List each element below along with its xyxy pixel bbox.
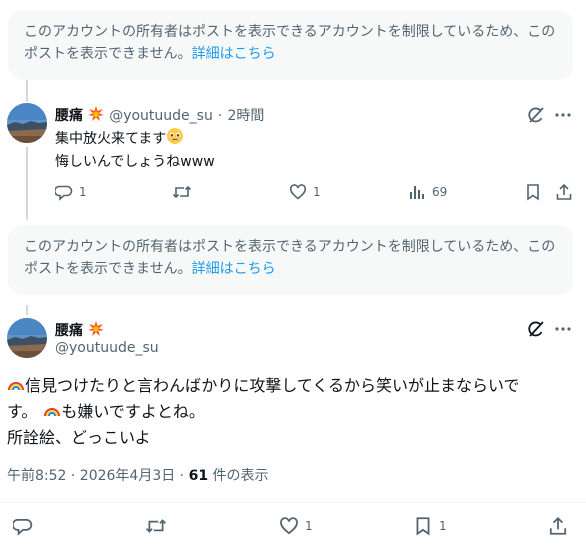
retweet-icon — [172, 185, 192, 199]
retweet-button[interactable] — [172, 183, 192, 201]
like-icon — [280, 517, 298, 535]
restricted-notice: このアカウントの所有者はポストを表示できるアカウントを制限しているため、このポス… — [8, 225, 573, 295]
reply-icon — [13, 519, 33, 536]
rainbow-emoji — [43, 401, 61, 426]
bookmark-icon — [527, 184, 539, 201]
learn-more-link[interactable]: 詳細はこちら — [192, 261, 276, 277]
post-text-line2: 悔しいんでしょうねwww — [55, 154, 215, 170]
avatar[interactable] — [7, 318, 47, 358]
post-text-line2a: す。 — [7, 402, 38, 421]
post-text-line1: 信見つけたりと言わんばかりに攻撃してくるから笑いが止まならいで — [25, 376, 520, 395]
post-text-line1: 集中放火来てます — [55, 131, 167, 147]
views-label: 件の表示 — [208, 468, 269, 484]
more-icon[interactable] — [554, 320, 572, 342]
rainbow-emoji — [7, 375, 25, 400]
thread-line — [26, 80, 28, 102]
reply-icon — [55, 185, 73, 201]
retweet-button[interactable] — [145, 516, 167, 536]
like-button[interactable]: 1 — [279, 516, 313, 536]
handle[interactable]: @youtuude_su — [109, 108, 213, 124]
reply-button[interactable]: 1 — [55, 183, 87, 201]
grok-icon[interactable] — [527, 106, 545, 128]
post-text-line2b: も嫌いですよとね。 — [61, 402, 205, 421]
reply-count: 1 — [79, 185, 87, 199]
learn-more-link[interactable]: 詳細はこちら — [192, 46, 276, 62]
display-name[interactable]: 腰痛 — [55, 108, 83, 124]
handle[interactable]: @youtuude_su — [55, 340, 159, 356]
restricted-notice: このアカウントの所有者はポストを表示できるアカウントを制限しているため、このポス… — [8, 10, 573, 80]
bookmark-button[interactable]: 1 — [413, 516, 447, 536]
reply-button[interactable] — [13, 516, 33, 536]
like-count: 1 — [305, 519, 313, 533]
post-time[interactable]: 2時間 — [227, 108, 264, 124]
bookmark-icon — [416, 517, 430, 536]
more-icon[interactable] — [554, 106, 572, 128]
share-icon — [556, 183, 572, 200]
thread-line — [26, 147, 28, 220]
share-icon — [549, 516, 567, 535]
view-count: 69 — [432, 185, 448, 199]
like-icon — [289, 184, 307, 200]
collision-emoji — [88, 106, 105, 126]
bookmark-count: 1 — [439, 519, 447, 533]
bookmark-button[interactable] — [524, 183, 542, 201]
view-count: 61 — [188, 468, 209, 484]
like-button[interactable]: 1 — [289, 183, 321, 201]
share-button[interactable] — [555, 183, 573, 201]
share-button[interactable] — [548, 516, 568, 536]
post-timestamp[interactable]: 午前8:52 · 2026年4月3日 · — [7, 468, 189, 484]
display-name[interactable]: 腰痛 — [55, 323, 83, 339]
like-count: 1 — [313, 185, 321, 199]
post-text-line3: 所詮絵、どっこいよ — [7, 428, 151, 447]
dot-separator: · — [217, 108, 223, 124]
divider — [0, 502, 586, 503]
views-button[interactable]: 69 — [408, 183, 447, 201]
views-icon — [410, 186, 424, 199]
avatar[interactable] — [7, 103, 47, 143]
grok-icon[interactable] — [527, 320, 545, 342]
pleading-emoji — [166, 127, 184, 152]
notice-text: このアカウントの所有者はポストを表示できるアカウントを制限しているため、このポス… — [24, 239, 556, 277]
retweet-icon — [146, 519, 166, 533]
collision-emoji — [88, 321, 105, 341]
thread-line — [26, 305, 28, 315]
notice-text: このアカウントの所有者はポストを表示できるアカウントを制限しているため、このポス… — [24, 24, 556, 62]
